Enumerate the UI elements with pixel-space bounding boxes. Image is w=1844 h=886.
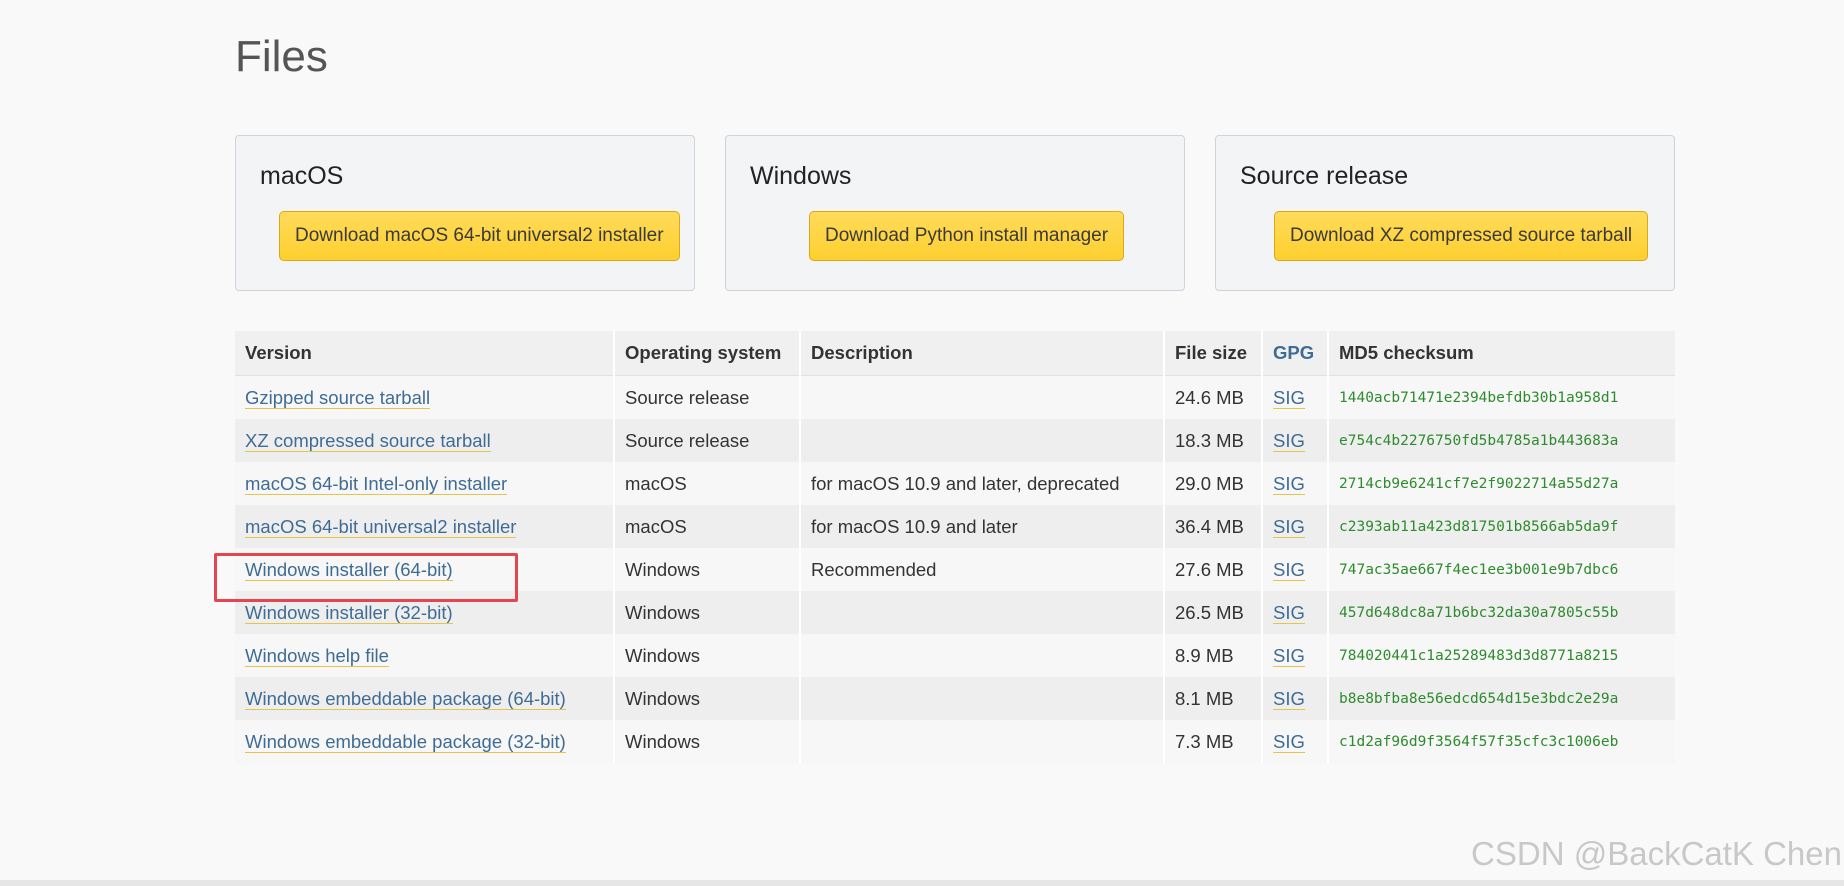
files-table: Version Operating system Description Fil… [235, 331, 1675, 763]
download-macos-button[interactable]: Download macOS 64-bit universal2 install… [279, 211, 680, 261]
gpg-link[interactable]: GPG [1273, 342, 1314, 363]
os-cell: Source release [613, 419, 800, 462]
size-cell: 8.1 MB [1163, 677, 1262, 720]
size-cell: 26.5 MB [1163, 591, 1262, 634]
table-row: macOS 64-bit Intel-only installer macOS … [235, 462, 1675, 505]
size-cell: 8.9 MB [1163, 634, 1262, 677]
table-row: XZ compressed source tarball Source rele… [235, 419, 1675, 462]
description-cell: for macOS 10.9 and later, deprecated [799, 462, 1164, 505]
header-os: Operating system [613, 331, 800, 376]
table-row: Windows installer (32-bit) Windows 26.5 … [235, 591, 1675, 634]
page-title: Files [235, 32, 328, 81]
table-row: Windows installer (64-bit) Windows Recom… [235, 548, 1675, 591]
watermark: CSDN @BackCatK Chen [1471, 835, 1842, 872]
sig-link[interactable]: SIG [1273, 601, 1305, 624]
description-cell [799, 375, 1164, 419]
download-cards: macOS Download macOS 64-bit universal2 i… [235, 135, 1675, 293]
os-cell: Windows [613, 591, 800, 634]
os-cell: Source release [613, 375, 800, 419]
md5-cell: b8e8bfba8e56edcd654d15e3bdc2e29a [1327, 677, 1675, 720]
card-macos-heading: macOS [260, 162, 344, 190]
description-cell: Recommended [799, 548, 1164, 591]
description-cell [799, 419, 1164, 462]
md5-cell: 747ac35ae667f4ec1ee3b001e9b7dbc6 [1327, 548, 1675, 591]
card-windows: Windows Download Python install manager [725, 135, 1185, 291]
sig-link[interactable]: SIG [1273, 644, 1305, 667]
version-link[interactable]: XZ compressed source tarball [245, 429, 491, 452]
card-macos: macOS Download macOS 64-bit universal2 i… [235, 135, 695, 291]
description-cell [799, 677, 1164, 720]
version-link[interactable]: Gzipped source tarball [245, 386, 431, 409]
sig-link[interactable]: SIG [1273, 472, 1305, 495]
version-link[interactable]: Windows embeddable package (64-bit) [245, 687, 566, 710]
os-cell: macOS [613, 505, 800, 548]
download-source-tarball-button[interactable]: Download XZ compressed source tarball [1274, 211, 1649, 261]
md5-cell: 457d648dc8a71b6bc32da30a7805c55b [1327, 591, 1675, 634]
card-source-release: Source release Download XZ compressed so… [1215, 135, 1675, 291]
description-cell [799, 591, 1164, 634]
version-link[interactable]: macOS 64-bit universal2 installer [245, 515, 517, 538]
card-source-heading: Source release [1240, 162, 1409, 190]
table-row: macOS 64-bit universal2 installer macOS … [235, 505, 1675, 548]
size-cell: 36.4 MB [1163, 505, 1262, 548]
sig-link[interactable]: SIG [1273, 558, 1305, 581]
description-cell [799, 634, 1164, 677]
header-version: Version [235, 331, 614, 376]
version-link[interactable]: Windows embeddable package (32-bit) [245, 730, 566, 753]
md5-cell: c1d2af96d9f3564f57f35cfc3c1006eb [1327, 720, 1675, 763]
os-cell: Windows [613, 634, 800, 677]
description-cell [799, 720, 1164, 763]
version-link[interactable]: Windows installer (64-bit) [245, 558, 453, 581]
size-cell: 18.3 MB [1163, 419, 1262, 462]
size-cell: 24.6 MB [1163, 375, 1262, 419]
md5-cell: c2393ab11a423d817501b8566ab5da9f [1327, 505, 1675, 548]
table-row: Windows embeddable package (64-bit) Wind… [235, 677, 1675, 720]
md5-cell: e754c4b2276750fd5b4785a1b443683a [1327, 419, 1675, 462]
os-cell: macOS [613, 462, 800, 505]
size-cell: 29.0 MB [1163, 462, 1262, 505]
header-md5: MD5 checksum [1327, 331, 1675, 376]
card-windows-heading: Windows [750, 162, 852, 190]
sig-link[interactable]: SIG [1273, 386, 1305, 409]
version-link[interactable]: macOS 64-bit Intel-only installer [245, 472, 508, 495]
header-gpg: GPG [1261, 331, 1328, 376]
header-file-size: File size [1163, 331, 1262, 376]
os-cell: Windows [613, 720, 800, 763]
md5-cell: 1440acb71471e2394befdb30b1a958d1 [1327, 375, 1675, 419]
sig-link[interactable]: SIG [1273, 730, 1305, 753]
md5-cell: 784020441c1a25289483d3d8771a8215 [1327, 634, 1675, 677]
sig-link[interactable]: SIG [1273, 687, 1305, 710]
table-header-row: Version Operating system Description Fil… [235, 331, 1675, 376]
table-row: Windows help file Windows 8.9 MB SIG 784… [235, 634, 1675, 677]
download-python-install-manager-button[interactable]: Download Python install manager [809, 211, 1125, 261]
version-link[interactable]: Windows help file [245, 644, 389, 667]
size-cell: 27.6 MB [1163, 548, 1262, 591]
bottom-divider [0, 880, 1844, 886]
table-row: Windows embeddable package (32-bit) Wind… [235, 720, 1675, 763]
md5-cell: 2714cb9e6241cf7e2f9022714a55d27a [1327, 462, 1675, 505]
table-row: Gzipped source tarball Source release 24… [235, 375, 1675, 419]
size-cell: 7.3 MB [1163, 720, 1262, 763]
description-cell: for macOS 10.9 and later [799, 505, 1164, 548]
os-cell: Windows [613, 677, 800, 720]
sig-link[interactable]: SIG [1273, 429, 1305, 452]
sig-link[interactable]: SIG [1273, 515, 1305, 538]
os-cell: Windows [613, 548, 800, 591]
header-description: Description [799, 331, 1164, 376]
version-link[interactable]: Windows installer (32-bit) [245, 601, 453, 624]
